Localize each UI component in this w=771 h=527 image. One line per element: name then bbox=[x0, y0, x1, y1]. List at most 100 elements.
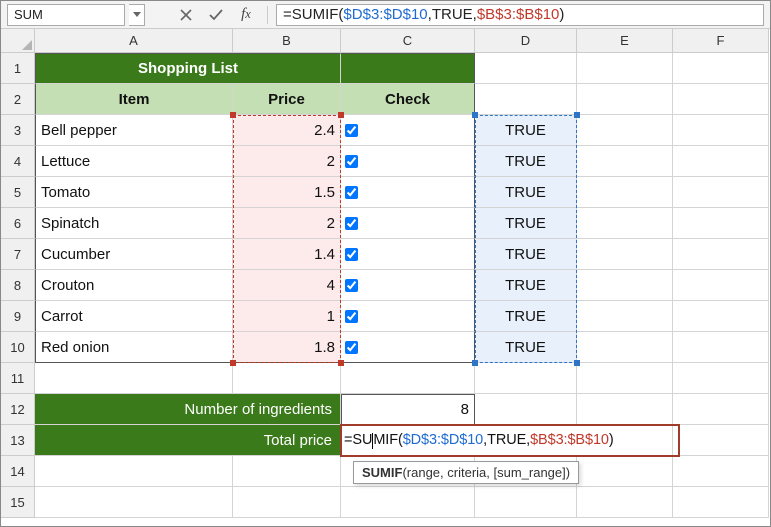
cell[interactable] bbox=[233, 363, 341, 394]
cell[interactable] bbox=[577, 177, 673, 208]
cell[interactable] bbox=[577, 270, 673, 301]
cell[interactable] bbox=[673, 84, 769, 115]
title-cell-r[interactable] bbox=[341, 53, 475, 84]
cell[interactable] bbox=[673, 115, 769, 146]
item-check-cell[interactable] bbox=[341, 208, 475, 239]
item-flag-cell[interactable]: TRUE bbox=[475, 115, 577, 146]
cell[interactable] bbox=[577, 84, 673, 115]
item-name-cell[interactable]: Bell pepper bbox=[35, 115, 233, 146]
row-header[interactable]: 6 bbox=[1, 208, 35, 239]
insert-function-button[interactable]: fx bbox=[233, 4, 259, 26]
item-flag-cell[interactable]: TRUE bbox=[475, 270, 577, 301]
cell[interactable] bbox=[577, 332, 673, 363]
row-header[interactable]: 1 bbox=[1, 53, 35, 84]
row-header[interactable]: 7 bbox=[1, 239, 35, 270]
item-price-cell[interactable]: 2 bbox=[233, 208, 341, 239]
item-check-cell[interactable] bbox=[341, 177, 475, 208]
cell[interactable] bbox=[577, 456, 673, 487]
row-header[interactable]: 5 bbox=[1, 177, 35, 208]
cell[interactable] bbox=[673, 456, 769, 487]
column-header[interactable]: F bbox=[673, 29, 769, 53]
row-header[interactable]: 8 bbox=[1, 270, 35, 301]
cell[interactable] bbox=[35, 456, 233, 487]
num-ingredients-label[interactable]: Number of ingredients bbox=[35, 394, 341, 425]
item-flag-cell[interactable]: TRUE bbox=[475, 301, 577, 332]
cell[interactable] bbox=[673, 394, 769, 425]
cell[interactable] bbox=[673, 363, 769, 394]
cell[interactable] bbox=[577, 115, 673, 146]
select-all-corner[interactable] bbox=[1, 29, 35, 53]
item-name-cell[interactable]: Cucumber bbox=[35, 239, 233, 270]
cell[interactable] bbox=[341, 487, 475, 518]
row-header[interactable]: 10 bbox=[1, 332, 35, 363]
item-price-cell[interactable]: 1 bbox=[233, 301, 341, 332]
row-header[interactable]: 4 bbox=[1, 146, 35, 177]
item-checkbox[interactable] bbox=[345, 186, 358, 199]
item-name-cell[interactable]: Tomato bbox=[35, 177, 233, 208]
cell[interactable] bbox=[475, 487, 577, 518]
cell[interactable] bbox=[577, 146, 673, 177]
item-check-cell[interactable] bbox=[341, 146, 475, 177]
item-check-cell[interactable] bbox=[341, 301, 475, 332]
item-check-cell[interactable] bbox=[341, 332, 475, 363]
column-header[interactable]: E bbox=[577, 29, 673, 53]
cell[interactable] bbox=[673, 53, 769, 84]
item-price-cell[interactable]: 1.4 bbox=[233, 239, 341, 270]
row-header[interactable]: 14 bbox=[1, 456, 35, 487]
item-check-cell[interactable] bbox=[341, 239, 475, 270]
cell[interactable] bbox=[475, 363, 577, 394]
item-flag-cell[interactable]: TRUE bbox=[475, 146, 577, 177]
item-check-cell[interactable] bbox=[341, 115, 475, 146]
total-price-cell-editing[interactable]: =SUMIF($D$3:$D$10,TRUE,$B$3:$B$10) bbox=[341, 425, 673, 456]
item-name-cell[interactable]: Crouton bbox=[35, 270, 233, 301]
header-check[interactable]: Check bbox=[341, 84, 475, 115]
cell[interactable] bbox=[475, 53, 577, 84]
item-flag-cell[interactable]: TRUE bbox=[475, 239, 577, 270]
name-box-dropdown[interactable] bbox=[129, 4, 145, 26]
cell[interactable] bbox=[673, 332, 769, 363]
cancel-formula-button[interactable] bbox=[173, 4, 199, 26]
cell[interactable] bbox=[233, 487, 341, 518]
row-header[interactable]: 12 bbox=[1, 394, 35, 425]
item-price-cell[interactable]: 2 bbox=[233, 146, 341, 177]
cell[interactable] bbox=[35, 363, 233, 394]
title-cell[interactable]: Shopping List bbox=[35, 53, 341, 84]
cell[interactable] bbox=[577, 208, 673, 239]
item-checkbox[interactable] bbox=[345, 248, 358, 261]
row-header[interactable]: 3 bbox=[1, 115, 35, 146]
header-item[interactable]: Item bbox=[35, 84, 233, 115]
formula-input[interactable]: =SUMIF($D$3:$D$10,TRUE,$B$3:$B$10) bbox=[276, 4, 764, 26]
cell[interactable] bbox=[673, 301, 769, 332]
item-checkbox[interactable] bbox=[345, 279, 358, 292]
total-price-label[interactable]: Total price bbox=[35, 425, 341, 456]
item-price-cell[interactable]: 1.5 bbox=[233, 177, 341, 208]
cell[interactable] bbox=[577, 239, 673, 270]
num-ingredients-value[interactable]: 8 bbox=[341, 394, 475, 425]
cell[interactable] bbox=[475, 84, 577, 115]
row-header[interactable]: 13 bbox=[1, 425, 35, 456]
cell[interactable] bbox=[673, 270, 769, 301]
cell[interactable] bbox=[475, 394, 577, 425]
row-header[interactable]: 9 bbox=[1, 301, 35, 332]
item-checkbox[interactable] bbox=[345, 341, 358, 354]
cell[interactable] bbox=[233, 456, 341, 487]
item-name-cell[interactable]: Red onion bbox=[35, 332, 233, 363]
cell[interactable] bbox=[577, 394, 673, 425]
name-box[interactable]: SUM bbox=[7, 4, 125, 26]
item-check-cell[interactable] bbox=[341, 270, 475, 301]
item-name-cell[interactable]: Carrot bbox=[35, 301, 233, 332]
cell[interactable] bbox=[577, 363, 673, 394]
cell[interactable] bbox=[577, 487, 673, 518]
item-checkbox[interactable] bbox=[345, 310, 358, 323]
cell[interactable] bbox=[673, 177, 769, 208]
column-header[interactable]: D bbox=[475, 29, 577, 53]
cell[interactable] bbox=[341, 363, 475, 394]
cell[interactable] bbox=[673, 146, 769, 177]
cell[interactable] bbox=[673, 425, 769, 456]
item-checkbox[interactable] bbox=[345, 124, 358, 137]
item-flag-cell[interactable]: TRUE bbox=[475, 177, 577, 208]
item-name-cell[interactable]: Spinatch bbox=[35, 208, 233, 239]
item-checkbox[interactable] bbox=[345, 155, 358, 168]
column-header[interactable]: A bbox=[35, 29, 233, 53]
row-header[interactable]: 11 bbox=[1, 363, 35, 394]
